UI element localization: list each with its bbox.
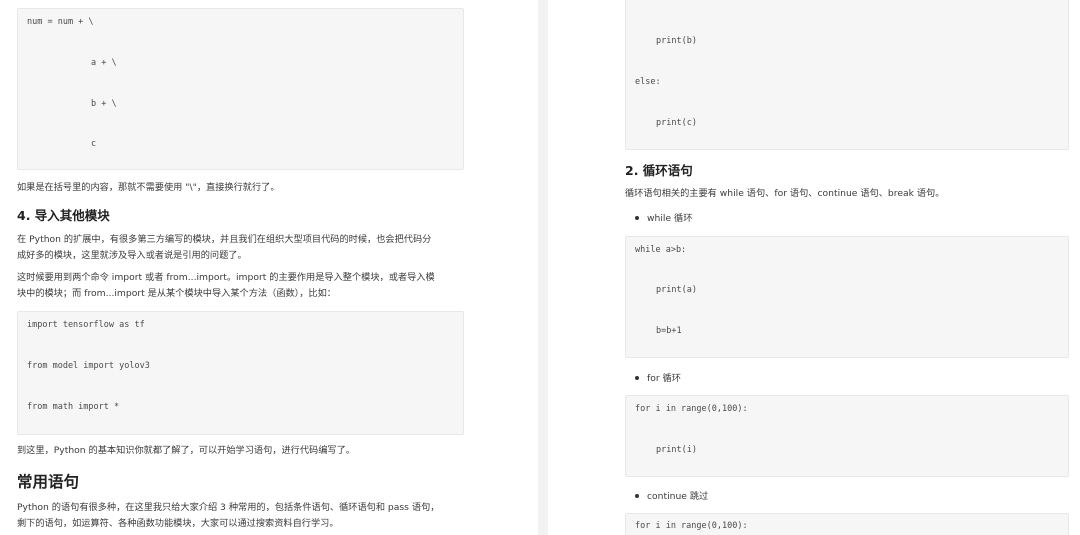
bullet-label: for 循环 [647,373,681,384]
paragraph-line: 剩下的语句，如运算符、各种函数功能模块，大家可以通过搜索资料自行学习。 [17,518,339,529]
code-line: a + \ [91,58,117,68]
code-line: from math import * [27,402,120,412]
code-line: c [91,139,97,149]
code-block: for i in range(0,100): [625,513,1069,535]
right-page: print(b) else: print(c) 2. 循环语句 循环语句相关的主… [548,0,1080,535]
bullet-icon [635,493,639,498]
code-line: for i in range(0,100): [635,404,748,414]
bullet-label: while 循环 [647,213,693,224]
code-line: b=b+1 [656,326,682,336]
code-line: print(c) [656,118,697,128]
code-block: print(b) else: print(c) [625,0,1069,150]
paragraph: 在 Python 的扩展中，有很多第三方编写的模块，并且我们在组织大型项目代码的… [17,232,431,264]
bullet-icon [635,215,639,220]
paragraph-line: 在 Python 的扩展中，有很多第三方编写的模块，并且我们在组织大型项目代码的… [17,234,432,245]
code-line: print(a) [656,285,697,295]
code-block: for i in range(0,100): print(i) [625,395,1069,477]
code-line: else: [635,77,661,87]
code-line: b + \ [91,99,117,109]
bullet-item: continue 跳过 [635,488,708,502]
bullet-item: for 循环 [635,370,681,384]
paragraph-line: 块中的模块；而 from...import 是从某个模块中导入某个方法（函数），… [17,288,336,299]
code-line: print(i) [656,445,697,455]
bullet-icon [635,375,639,380]
code-line: from model import yolov3 [27,361,150,371]
code-line: num = num + \ [27,17,94,27]
code-line: for i in range(0,100): [635,521,748,531]
code-block: num = num + \ a + \ b + \ c [17,8,464,170]
code-line: while a>b: [635,245,687,255]
paragraph-line: Python 的语句有很多种，在这里我只给大家介绍 3 种常用的，包括条件语句、… [17,502,440,513]
code-block: import tensorflow as tf from model impor… [17,311,464,435]
paragraph-line: 这时候要用到两个命令 import 或者 from...import。impor… [17,272,435,283]
bullet-item: while 循环 [635,210,692,224]
code-block: while a>b: print(a) b=b+1 [625,236,1069,358]
bullet-label: continue 跳过 [647,491,709,502]
paragraph: 如果是在括号里的内容，那就不需要使用 "\"，直接换行就行了。 [17,182,280,193]
paragraph: 到这里，Python 的基本知识你就都了解了，可以开始学习语句，进行代码编写了。 [17,445,355,456]
code-line: print(b) [656,36,697,46]
paragraph: Python 的语句有很多种，在这里我只给大家介绍 3 种常用的，包括条件语句、… [17,500,439,532]
page-divider [538,0,548,535]
left-page: num = num + \ a + \ b + \ c 如果是在括号里的内容，那… [0,0,538,535]
section-heading: 2. 循环语句 [625,163,693,178]
paragraph-line: 成好多的模块，这里就涉及导入或者说是引用的问题了。 [17,250,247,261]
paragraph: 这时候要用到两个命令 import 或者 from...import。impor… [17,270,435,302]
section-heading: 常用语句 [17,473,80,491]
paragraph: 循环语句相关的主要有 while 语句、for 语句、continue 语句、b… [625,188,945,199]
code-line: import tensorflow as tf [27,320,145,330]
section-heading: 4. 导入其他模块 [17,208,110,223]
